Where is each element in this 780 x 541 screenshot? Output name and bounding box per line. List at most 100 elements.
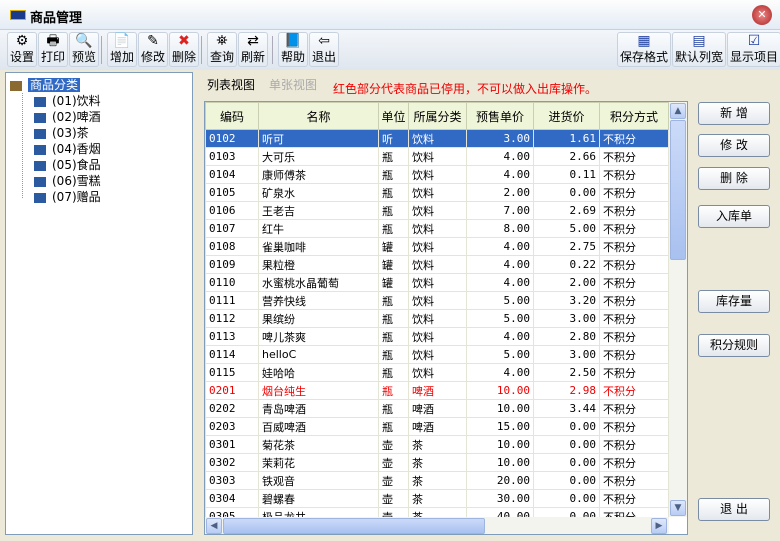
- table-cell: 不积分: [599, 237, 669, 256]
- tree-item[interactable]: (02)啤酒: [34, 109, 101, 125]
- tree-item[interactable]: (05)食品: [34, 157, 101, 173]
- toolbar-button-6[interactable]: ⛯ 查询: [207, 32, 237, 67]
- grid-check-icon: ☑: [747, 33, 761, 49]
- table-cell: 饮料: [408, 201, 467, 220]
- tree-item[interactable]: (06)雪糕: [34, 173, 101, 189]
- toolbar-right-button-2[interactable]: ☑ 显示项目: [727, 32, 780, 67]
- table-row[interactable]: 0103 大可乐瓶饮料 4.00 2.66 不积分: [205, 147, 669, 166]
- exit-door-icon: ⇦: [318, 33, 330, 49]
- table-cell: 0106: [205, 201, 259, 220]
- tree-item-label: (04)香烟: [52, 142, 101, 156]
- toolbar-button-7[interactable]: ⇄ 刷新: [238, 32, 268, 67]
- table-row[interactable]: 0102 听可听饮料 3.00 1.61 不积分: [205, 129, 669, 148]
- table-row[interactable]: 0202 青岛啤酒瓶啤酒 10.00 3.44 不积分: [205, 399, 669, 418]
- table-cell: 饮料: [408, 309, 467, 328]
- table-cell: 2.50: [533, 363, 600, 382]
- table-cell: 瓶: [378, 147, 409, 166]
- vertical-scrollbar[interactable]: ▲ ▼: [669, 102, 687, 517]
- tree-item[interactable]: (01)饮料: [34, 93, 101, 109]
- toolbar-right-button-0[interactable]: ▦ 保存格式: [617, 32, 671, 67]
- vertical-scroll-thumb[interactable]: [670, 120, 686, 260]
- table-row[interactable]: 0109 果粒橙罐饮料 4.00 0.22 不积分: [205, 255, 669, 274]
- table-row[interactable]: 0201 烟台纯生瓶啤酒 10.00 2.98 不积分: [205, 381, 669, 400]
- category-tree[interactable]: 商品分类 (01)饮料 (02)啤酒 (03)茶 (04)香烟 (05)食品 (06)雪糕…: [5, 72, 193, 535]
- table-row[interactable]: 0301 菊花茶壶茶 10.00 0.00 不积分: [205, 435, 669, 454]
- table-row[interactable]: 0106 王老吉瓶饮料 7.00 2.69 不积分: [205, 201, 669, 220]
- tab-single-view[interactable]: 单张视图: [269, 76, 317, 93]
- title-bar: 商品管理 ✕: [0, 0, 780, 30]
- tree-item[interactable]: (07)赠品: [34, 189, 101, 205]
- table-row[interactable]: 0108 雀巢咖啡罐饮料 4.00 2.75 不积分: [205, 237, 669, 256]
- toolbar-right-button-1[interactable]: ▤ 默认列宽: [672, 32, 726, 67]
- column-header[interactable]: 单位: [378, 102, 409, 130]
- table-row[interactable]: 0115 娃哈哈瓶饮料 4.00 2.50 不积分: [205, 363, 669, 382]
- table-cell: 10.00: [466, 399, 534, 418]
- table-cell: 康师傅茶: [258, 165, 379, 184]
- table-row[interactable]: 0105 矿泉水瓶饮料 2.00 0.00 不积分: [205, 183, 669, 202]
- toolbar-button-1[interactable]: 🖶 打印: [38, 32, 68, 67]
- table-cell: 饮料: [408, 147, 467, 166]
- table-cell: 饮料: [408, 219, 467, 238]
- table-row[interactable]: 0303 铁观音壶茶 20.00 0.00 不积分: [205, 471, 669, 490]
- action-button-1[interactable]: 修 改: [698, 134, 770, 157]
- table-row[interactable]: 0113 啤儿茶爽瓶饮料 4.00 2.80 不积分: [205, 327, 669, 346]
- table-cell: 4.00: [466, 237, 534, 256]
- toolbar-button-3[interactable]: 📄 增加: [107, 32, 137, 67]
- column-header[interactable]: 名称: [258, 102, 379, 130]
- table-cell: 壶: [378, 435, 409, 454]
- table-row[interactable]: 0111 营养快线瓶饮料 5.00 3.20 不积分: [205, 291, 669, 310]
- action-button-2[interactable]: 删 除: [698, 167, 770, 190]
- scroll-up-icon[interactable]: ▲: [670, 103, 686, 119]
- toolbar-button-4[interactable]: ✎ 修改: [138, 32, 168, 67]
- table-cell: 0111: [205, 291, 259, 310]
- table-row[interactable]: 0104 康师傅茶瓶饮料 4.00 0.11 不积分: [205, 165, 669, 184]
- action-button-0[interactable]: 新 增: [698, 102, 770, 125]
- table-row[interactable]: 0107 红牛瓶饮料 8.00 5.00 不积分: [205, 219, 669, 238]
- toolbar-button-8[interactable]: 📘 帮助: [278, 32, 308, 67]
- category-folder-icon: [10, 80, 22, 91]
- scroll-left-icon[interactable]: ◀: [206, 518, 222, 534]
- table-cell: 4.00: [466, 363, 534, 382]
- tree-item[interactable]: (04)香烟: [34, 141, 101, 157]
- tab-list-view[interactable]: 列表视图: [207, 76, 255, 93]
- scroll-down-icon[interactable]: ▼: [670, 500, 686, 516]
- column-header[interactable]: 所属分类: [408, 102, 467, 130]
- toolbar-button-0[interactable]: ⚙ 设置: [7, 32, 37, 67]
- table-row[interactable]: 0302 茉莉花壶茶 10.00 0.00 不积分: [205, 453, 669, 472]
- table-cell: 2.00: [533, 273, 600, 292]
- scroll-right-icon[interactable]: ▶: [651, 518, 667, 534]
- table-cell: 2.69: [533, 201, 600, 220]
- table-cell: 0103: [205, 147, 259, 166]
- horizontal-scroll-thumb[interactable]: [223, 518, 485, 534]
- horizontal-scrollbar[interactable]: ◀ ▶: [205, 517, 669, 534]
- table-row[interactable]: 0304 碧螺春壶茶 30.00 0.00 不积分: [205, 489, 669, 508]
- delete-icon: ✖: [178, 33, 190, 49]
- tree-line: [22, 93, 23, 198]
- toolbar-button-2[interactable]: 🔍 预览: [69, 32, 99, 67]
- table-row[interactable]: 0114 helloC 瓶饮料 5.00 3.00 不积分: [205, 345, 669, 364]
- table-row[interactable]: 0112 果缤纷瓶饮料 5.00 3.00 不积分: [205, 309, 669, 328]
- table-cell: 果粒橙: [258, 255, 379, 274]
- table-cell: 不积分: [599, 399, 669, 418]
- action-button-5[interactable]: 积分规则: [698, 334, 770, 357]
- column-header[interactable]: 进货价: [533, 102, 600, 130]
- column-header[interactable]: 积分方式: [599, 102, 669, 130]
- toolbar-button-5[interactable]: ✖ 删除: [169, 32, 199, 67]
- action-button-3[interactable]: 入库单: [698, 205, 770, 228]
- tree-root[interactable]: 商品分类: [10, 77, 81, 93]
- table-cell: 不积分: [599, 165, 669, 184]
- table-cell: 4.00: [466, 147, 534, 166]
- column-header[interactable]: 编码: [205, 102, 259, 130]
- action-button-4[interactable]: 库存量: [698, 290, 770, 313]
- table-cell: 瓶: [378, 183, 409, 202]
- close-icon[interactable]: ✕: [752, 5, 772, 25]
- table-cell: 5.00: [466, 309, 534, 328]
- table-row[interactable]: 0203 百威啤酒瓶啤酒 15.00 0.00 不积分: [205, 417, 669, 436]
- action-button-6[interactable]: 退 出: [698, 498, 770, 521]
- table-row[interactable]: 0110 水蜜桃水晶葡萄罐饮料 4.00 2.00 不积分: [205, 273, 669, 292]
- table-cell: 0108: [205, 237, 259, 256]
- toolbar-button-label: 退出: [311, 50, 336, 64]
- column-header[interactable]: 预售单价: [466, 102, 534, 130]
- tree-item[interactable]: (03)茶: [34, 125, 89, 141]
- toolbar-button-9[interactable]: ⇦ 退出: [309, 32, 339, 67]
